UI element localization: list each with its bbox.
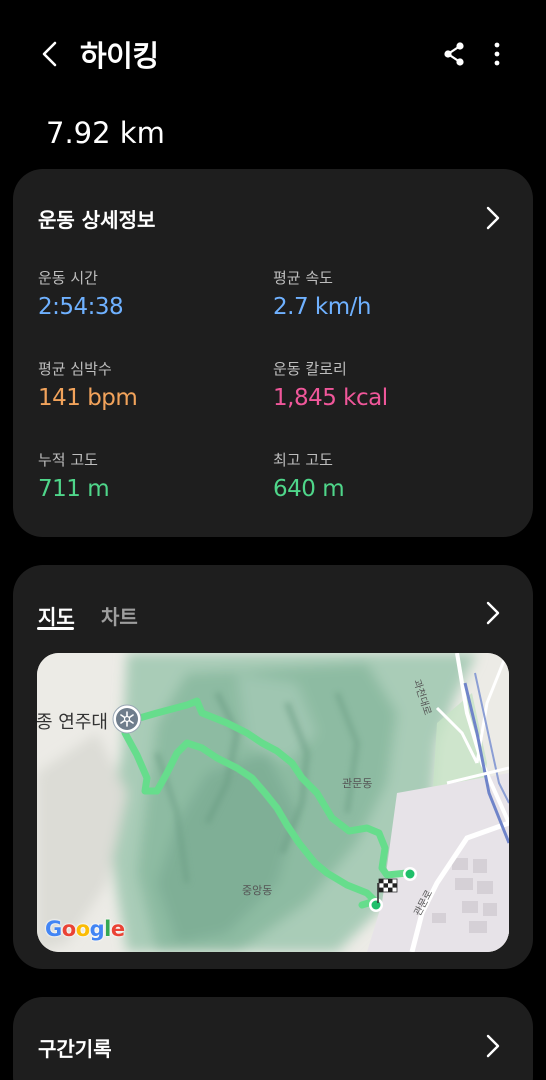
lap-records-card[interactable]: 구간기록 bbox=[13, 997, 533, 1080]
summit-marker-icon bbox=[112, 704, 142, 734]
stat-label: 누적 고도 bbox=[38, 451, 98, 469]
stat-workout-time: 운동 시간 2:54:38 bbox=[38, 267, 124, 320]
workout-details-card[interactable]: 운동 상세정보 운동 시간 2:54:38 평균 속도 2.7 km/h 평균 … bbox=[13, 169, 533, 537]
route-map[interactable]: 종 연주대 관문동 중앙동 과천대로 관문로 Google bbox=[37, 653, 509, 952]
more-vertical-icon bbox=[494, 42, 500, 66]
chevron-right-icon bbox=[486, 206, 500, 230]
details-chevron-button[interactable] bbox=[481, 203, 505, 233]
stat-label: 최고 고도 bbox=[273, 451, 333, 469]
chevron-right-icon bbox=[486, 601, 500, 625]
stat-value: 640 m bbox=[273, 476, 345, 502]
stat-value: 2.7 km/h bbox=[273, 294, 371, 320]
total-distance: 7.92 km bbox=[46, 116, 165, 150]
stat-value: 711 m bbox=[38, 476, 110, 502]
map-area-label: 관문동 bbox=[342, 777, 373, 790]
back-button[interactable] bbox=[30, 32, 70, 76]
stat-label: 평균 심박수 bbox=[38, 360, 112, 378]
stat-avg-speed: 평균 속도 2.7 km/h bbox=[273, 267, 371, 320]
stat-value: 2:54:38 bbox=[38, 294, 124, 320]
stat-calories: 운동 칼로리 1,845 kcal bbox=[273, 358, 388, 411]
share-icon bbox=[444, 42, 464, 66]
more-options-button[interactable] bbox=[482, 36, 512, 72]
stat-label: 평균 속도 bbox=[273, 269, 333, 287]
laps-chevron-button[interactable] bbox=[481, 1031, 505, 1061]
tab-map[interactable]: 지도 bbox=[38, 601, 75, 630]
share-button[interactable] bbox=[436, 36, 472, 72]
lap-records-title: 구간기록 bbox=[38, 1037, 112, 1061]
stat-max-elevation: 최고 고도 640 m bbox=[273, 449, 345, 502]
google-logo: Google bbox=[45, 917, 125, 941]
chevron-left-icon bbox=[42, 41, 57, 67]
page-title: 하이킹 bbox=[80, 39, 159, 73]
stat-avg-heart-rate: 평균 심박수 141 bpm bbox=[38, 358, 138, 411]
workout-details-title: 운동 상세정보 bbox=[38, 208, 156, 232]
route-chevron-button[interactable] bbox=[481, 598, 505, 628]
stat-label: 운동 시간 bbox=[38, 269, 98, 287]
app-bar: 하이킹 bbox=[0, 0, 546, 108]
stat-label: 운동 칼로리 bbox=[273, 360, 347, 378]
tab-chart[interactable]: 차트 bbox=[101, 601, 138, 630]
active-tab-indicator bbox=[37, 627, 74, 630]
route-card: 지도 차트 종 연주대 관문동 중앙동 과천대로 관문로 Google bbox=[13, 565, 533, 969]
stat-value: 1,845 kcal bbox=[273, 385, 388, 411]
stat-elevation-gain: 누적 고도 711 m bbox=[38, 449, 110, 502]
stat-value: 141 bpm bbox=[38, 385, 138, 411]
chevron-right-icon bbox=[486, 1034, 500, 1058]
map-area-label: 중앙동 bbox=[242, 884, 273, 897]
map-place-label: 종 연주대 bbox=[37, 712, 108, 733]
terrain-map bbox=[37, 653, 509, 952]
